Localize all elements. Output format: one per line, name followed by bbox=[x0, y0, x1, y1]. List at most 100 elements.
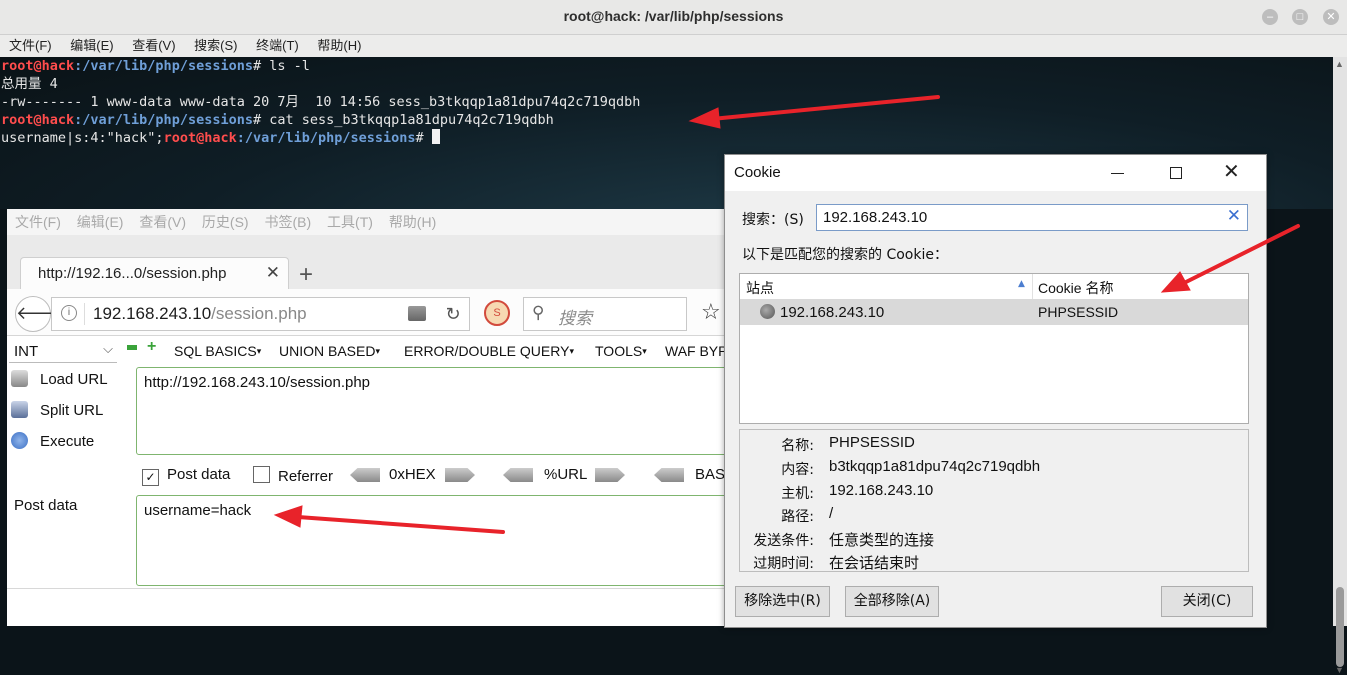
clear-search-icon[interactable]: ✕ bbox=[1227, 206, 1241, 226]
cookie-dialog: Cookie ✕ 搜索：(S) 192.168.243.10 ✕ 以下是匹配您的… bbox=[724, 154, 1267, 628]
plus-icon[interactable]: + bbox=[147, 339, 156, 355]
ff-menu-file[interactable]: 文件(F) bbox=[15, 209, 61, 235]
noscript-icon[interactable]: S bbox=[484, 300, 510, 326]
table-row[interactable]: 192.168.243.10 PHPSESSID bbox=[740, 299, 1248, 325]
close-icon[interactable]: ✕ bbox=[1223, 159, 1240, 183]
hackbar-menu-error-double[interactable]: ERROR/DOUBLE QUERY▾ bbox=[404, 343, 574, 359]
minimize-icon[interactable] bbox=[1107, 161, 1131, 185]
search-input[interactable]: ⚲ 搜索 bbox=[523, 297, 687, 331]
split-url-icon bbox=[11, 401, 28, 418]
url-encode-arrow-icon[interactable] bbox=[595, 468, 625, 482]
hackbar-menu-union-based[interactable]: UNION BASED▾ bbox=[279, 343, 380, 359]
cookie-dialog-titlebar[interactable]: Cookie ✕ bbox=[725, 155, 1266, 191]
ff-menu-bookmarks[interactable]: 书签(B) bbox=[264, 209, 311, 235]
ff-menu-view[interactable]: 查看(V) bbox=[139, 209, 186, 235]
url-divider bbox=[84, 303, 85, 325]
checkbox-unchecked-icon bbox=[253, 466, 270, 483]
hackbar-menu-sql-basics[interactable]: SQL BASICS▾ bbox=[174, 343, 261, 359]
column-divider[interactable] bbox=[1032, 274, 1033, 299]
maximize-icon[interactable] bbox=[1165, 161, 1189, 185]
post-data-value: username=hack bbox=[144, 502, 252, 519]
menu-help[interactable]: 帮助(H) bbox=[317, 35, 361, 57]
menu-view[interactable]: 查看(V) bbox=[132, 35, 175, 57]
select-value: INT bbox=[14, 343, 39, 360]
referrer-checkbox[interactable]: Referrer bbox=[253, 466, 333, 485]
post-data-label: Post data bbox=[14, 497, 78, 514]
load-url-button[interactable]: Load URL bbox=[11, 370, 108, 388]
minus-icon[interactable] bbox=[127, 345, 137, 350]
detail-label: 发送条件: bbox=[753, 533, 814, 549]
info-icon[interactable]: i bbox=[61, 305, 77, 321]
navigation-toolbar: 🡐 i 192.168.243.10/session.php ↻ S ⚲ 搜索 … bbox=[7, 289, 727, 336]
hackbar-type-select[interactable]: INT ⌵ bbox=[9, 340, 117, 363]
prompt-user: root@hack bbox=[1, 58, 75, 74]
execute-button[interactable]: Execute bbox=[11, 432, 94, 450]
bookmark-star-icon[interactable]: ☆ bbox=[701, 299, 721, 325]
post-data-textarea[interactable]: username=hack bbox=[136, 495, 727, 586]
prompt-end: # bbox=[252, 112, 270, 128]
execute-icon bbox=[11, 432, 28, 449]
prompt-user: root@hack bbox=[163, 130, 237, 146]
hackbar-menu-waf[interactable]: WAF BYP bbox=[665, 343, 727, 359]
close-icon[interactable]: ✕ bbox=[1323, 9, 1339, 25]
terminal-titlebar[interactable]: root@hack: /var/lib/php/sessions – □ ✕ bbox=[0, 0, 1347, 35]
tab-bar: http://192.16...0/session.php ✕ + bbox=[7, 235, 727, 290]
hex-label: 0xHEX bbox=[389, 466, 436, 483]
ff-menu-history[interactable]: 历史(S) bbox=[202, 209, 249, 235]
hex-encode-arrow-icon[interactable] bbox=[445, 468, 475, 482]
detail-label: 主机: bbox=[781, 486, 814, 502]
terminal-line: username|s:4:"hack";root@hack:/var/lib/p… bbox=[0, 129, 1333, 147]
ff-menu-edit[interactable]: 编辑(E) bbox=[77, 209, 124, 235]
hackbar-menu-tools[interactable]: TOOLS▾ bbox=[595, 343, 647, 359]
reader-icon[interactable] bbox=[408, 306, 426, 321]
scrollbar-thumb[interactable] bbox=[1336, 587, 1344, 667]
table-header: 站点 ▲ Cookie 名称 bbox=[740, 274, 1248, 300]
prompt-end: # bbox=[415, 130, 432, 146]
column-header-site[interactable]: 站点 bbox=[746, 278, 774, 298]
hackbar-url-textarea[interactable]: http://192.168.243.10/session.php bbox=[136, 367, 727, 455]
split-url-button[interactable]: Split URL bbox=[11, 401, 103, 419]
command-text: ls -l bbox=[269, 58, 310, 74]
checkbox-label: Referrer bbox=[278, 468, 334, 485]
ff-menu-tools[interactable]: 工具(T) bbox=[327, 209, 373, 235]
scroll-down-icon[interactable]: ▼ bbox=[1335, 665, 1344, 675]
remove-all-button[interactable]: 全部移除(A) bbox=[845, 586, 939, 617]
url-bar[interactable]: i 192.168.243.10/session.php bbox=[51, 297, 439, 331]
url-decode-arrow-icon[interactable] bbox=[503, 468, 533, 482]
tab-session[interactable]: http://192.16...0/session.php ✕ bbox=[20, 257, 289, 290]
row-site: 192.168.243.10 bbox=[780, 304, 885, 321]
menu-terminal[interactable]: 终端(T) bbox=[256, 35, 299, 57]
remove-selected-button[interactable]: 移除选中(R) bbox=[735, 586, 830, 617]
cookie-search-input[interactable]: 192.168.243.10 ✕ bbox=[816, 204, 1248, 231]
scroll-up-icon[interactable]: ▲ bbox=[1335, 59, 1344, 69]
caret-icon: ▾ bbox=[569, 346, 574, 356]
new-tab-icon[interactable]: + bbox=[299, 261, 313, 289]
terminal-scrollbar[interactable]: ▲ ▼ bbox=[1333, 57, 1347, 675]
command-text: cat sess_b3tkqqp1a81dpu74q2c719qdbh bbox=[269, 112, 554, 128]
menu-file[interactable]: 文件(F) bbox=[9, 35, 52, 57]
menu-search[interactable]: 搜索(S) bbox=[194, 35, 237, 57]
detail-value: 任意类型的连接 bbox=[829, 532, 935, 549]
menu-edit[interactable]: 编辑(E) bbox=[70, 35, 113, 57]
column-header-cookie-name[interactable]: Cookie 名称 bbox=[1038, 278, 1113, 298]
maximize-icon[interactable]: □ bbox=[1292, 9, 1308, 25]
sort-ascending-icon: ▲ bbox=[1018, 279, 1025, 289]
ff-menu-help[interactable]: 帮助(H) bbox=[389, 209, 436, 235]
cookie-table[interactable]: 站点 ▲ Cookie 名称 192.168.243.10 PHPSESSID bbox=[739, 273, 1249, 424]
base64-decode-arrow-icon[interactable] bbox=[654, 468, 684, 482]
close-button[interactable]: 关闭(C) bbox=[1161, 586, 1253, 617]
load-url-icon bbox=[11, 370, 28, 387]
prompt-path: :/var/lib/php/sessions bbox=[236, 130, 416, 146]
detail-label: 过期时间: bbox=[753, 556, 814, 572]
close-tab-icon[interactable]: ✕ bbox=[266, 263, 280, 283]
menu-label: ERROR/DOUBLE QUERY bbox=[404, 343, 570, 359]
minimize-icon[interactable]: – bbox=[1262, 9, 1278, 25]
hex-decode-arrow-icon[interactable] bbox=[350, 468, 380, 482]
post-data-checkbox[interactable]: ✓ Post data bbox=[142, 466, 230, 486]
button-label: Execute bbox=[40, 433, 95, 450]
base-label: BAS bbox=[695, 466, 726, 483]
button-label: Split URL bbox=[40, 402, 104, 419]
back-button[interactable]: 🡐 bbox=[15, 296, 64, 332]
dialog-title: Cookie bbox=[734, 164, 781, 181]
reload-button[interactable]: ↻ bbox=[437, 297, 470, 331]
